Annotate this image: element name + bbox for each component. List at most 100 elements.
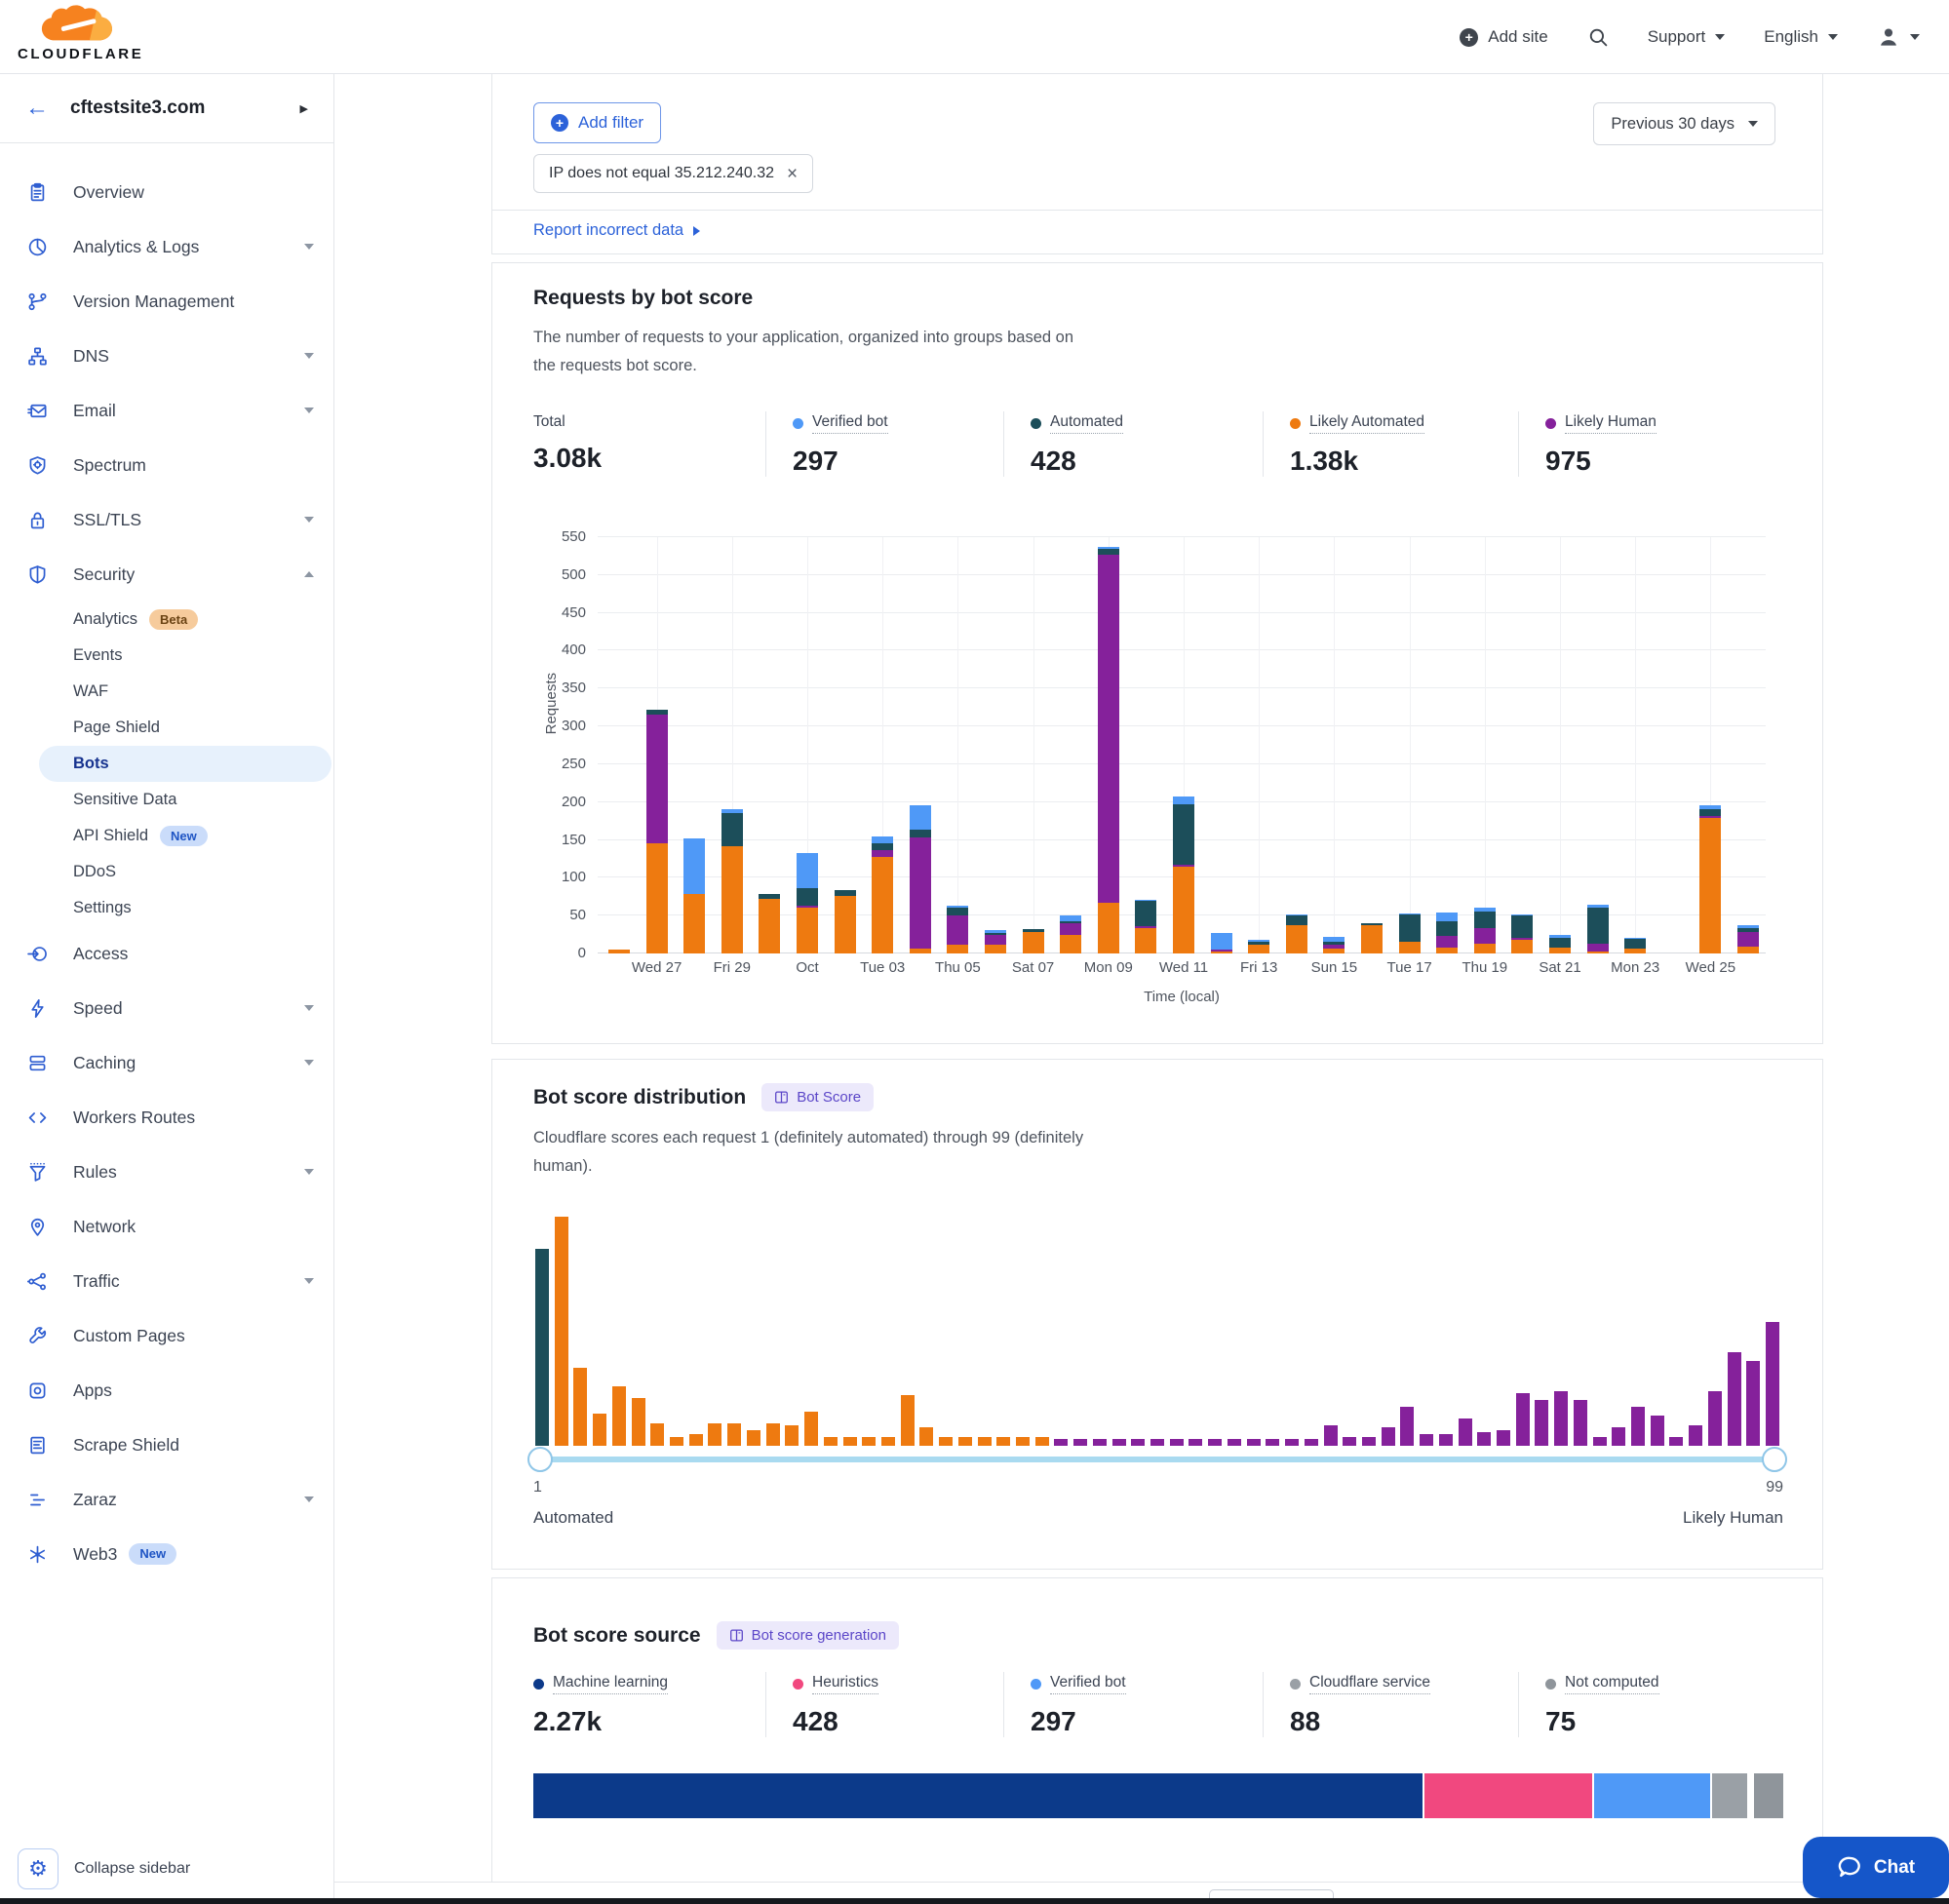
bar-day-2[interactable] bbox=[683, 537, 705, 953]
bar-day-22[interactable] bbox=[1436, 537, 1458, 953]
bar-day-13[interactable] bbox=[1098, 537, 1119, 953]
sidebar-item-analytics-logs[interactable]: Analytics & Logs bbox=[0, 219, 333, 274]
bar-day-12[interactable] bbox=[1060, 537, 1081, 953]
sidebar-item-security[interactable]: Security bbox=[0, 547, 333, 602]
sidebar-item-settings[interactable]: Settings bbox=[39, 890, 331, 926]
sidebar-item-analytics[interactable]: AnalyticsBeta bbox=[39, 602, 331, 638]
report-incorrect-data-link[interactable]: Report incorrect data bbox=[533, 221, 700, 240]
sidebar-item-api-shield[interactable]: API ShieldNew bbox=[39, 818, 331, 854]
bar-day-7[interactable] bbox=[872, 537, 893, 953]
sidebar-item-traffic[interactable]: Traffic bbox=[0, 1254, 333, 1308]
bar-day-25[interactable] bbox=[1549, 537, 1571, 953]
bar-day-15[interactable] bbox=[1173, 537, 1194, 953]
sidebar-item-rules[interactable]: Rules bbox=[0, 1145, 333, 1199]
bar-day-9[interactable] bbox=[947, 537, 968, 953]
score-range-slider[interactable] bbox=[533, 1457, 1783, 1462]
requests-chart[interactable] bbox=[598, 537, 1766, 953]
bar-day-4[interactable] bbox=[759, 537, 780, 953]
stat-label[interactable]: Not computed bbox=[1565, 1674, 1659, 1694]
bar-day-19[interactable] bbox=[1323, 537, 1345, 953]
stat-label[interactable]: Verified bot bbox=[812, 413, 888, 434]
sidebar-item-web3[interactable]: Web3New bbox=[0, 1527, 333, 1581]
bar-day-16[interactable] bbox=[1211, 537, 1232, 953]
sidebar-item-dns[interactable]: DNS bbox=[0, 329, 333, 383]
sidebar-item-speed[interactable]: Speed bbox=[0, 981, 333, 1035]
sidebar-item-network[interactable]: Network bbox=[0, 1199, 333, 1254]
sidebar-item-bots[interactable]: Bots bbox=[39, 746, 331, 782]
bot-score-histogram[interactable] bbox=[533, 1214, 1783, 1446]
stat-label[interactable]: Heuristics bbox=[812, 1674, 878, 1694]
bar-day-6[interactable] bbox=[835, 537, 856, 953]
sidebar-item-scrape-shield[interactable]: Scrape Shield bbox=[0, 1418, 333, 1472]
bar-segment-automated bbox=[1323, 942, 1345, 945]
site-expand-icon[interactable]: ▶ bbox=[300, 102, 308, 115]
sidebar-item-overview[interactable]: Overview bbox=[0, 165, 333, 219]
bar-day-14[interactable] bbox=[1135, 537, 1156, 953]
sidebar-item-workers-routes[interactable]: Workers Routes bbox=[0, 1090, 333, 1145]
bar-day-1[interactable] bbox=[646, 537, 668, 953]
bar-day-29[interactable] bbox=[1699, 537, 1721, 953]
stat-label[interactable]: Machine learning bbox=[553, 1674, 668, 1694]
stat-label[interactable]: Cloudflare service bbox=[1309, 1674, 1430, 1694]
sidebar-item-ssl-tls[interactable]: SSL/TLS bbox=[0, 492, 333, 547]
source-segment-cloudflare-service[interactable] bbox=[1712, 1773, 1746, 1818]
stat-label[interactable]: Likely Automated bbox=[1309, 413, 1424, 434]
bar-day-28[interactable] bbox=[1662, 537, 1684, 953]
sidebar-item-version-management[interactable]: Version Management bbox=[0, 274, 333, 329]
sidebar-item-ddos[interactable]: DDoS bbox=[39, 854, 331, 890]
sidebar-item-events[interactable]: Events bbox=[39, 638, 331, 674]
y-tick-label: 300 bbox=[543, 718, 586, 734]
source-distribution-bar[interactable] bbox=[533, 1773, 1783, 1818]
bar-day-0[interactable] bbox=[608, 537, 630, 953]
bar-day-18[interactable] bbox=[1286, 537, 1307, 953]
source-segment-not-computed[interactable] bbox=[1754, 1773, 1783, 1818]
sidebar-item-custom-pages[interactable]: Custom Pages bbox=[0, 1308, 333, 1363]
slider-handle-max[interactable] bbox=[1762, 1447, 1787, 1472]
sidebar-item-spectrum[interactable]: Spectrum bbox=[0, 438, 333, 492]
sidebar-item-email[interactable]: Email bbox=[0, 383, 333, 438]
stat-label[interactable]: Verified bot bbox=[1050, 1674, 1126, 1694]
filter-chip[interactable]: IP does not equal 35.212.240.32 × bbox=[533, 154, 813, 193]
bar-day-24[interactable] bbox=[1511, 537, 1533, 953]
sidebar-item-waf[interactable]: WAF bbox=[39, 674, 331, 710]
source-segment-heuristics[interactable] bbox=[1424, 1773, 1592, 1818]
language-menu[interactable]: English bbox=[1764, 27, 1838, 47]
slider-handle-min[interactable] bbox=[527, 1447, 553, 1472]
bar-day-11[interactable] bbox=[1023, 537, 1044, 953]
collapse-sidebar[interactable]: ⚙ Collapse sidebar bbox=[18, 1848, 190, 1889]
sidebar-item-apps[interactable]: Apps bbox=[0, 1363, 333, 1418]
bar-day-3[interactable] bbox=[721, 537, 743, 953]
bar-day-26[interactable] bbox=[1587, 537, 1609, 953]
bar-day-5[interactable] bbox=[797, 537, 818, 953]
sidebar-item-caching[interactable]: Caching bbox=[0, 1035, 333, 1090]
sidebar-item-access[interactable]: Access bbox=[0, 926, 333, 981]
bar-day-8[interactable] bbox=[910, 537, 931, 953]
source-segment-verified-bot[interactable] bbox=[1594, 1773, 1710, 1818]
bar-day-10[interactable] bbox=[985, 537, 1006, 953]
back-arrow-icon[interactable]: ← bbox=[25, 95, 49, 122]
search-icon[interactable] bbox=[1587, 26, 1609, 48]
add-site-button[interactable]: + Add site bbox=[1460, 27, 1547, 47]
gear-icon[interactable]: ⚙ bbox=[18, 1848, 58, 1889]
bar-day-21[interactable] bbox=[1399, 537, 1421, 953]
cloudflare-logo[interactable]: CLOUDFLARE bbox=[18, 5, 138, 62]
bar-day-23[interactable] bbox=[1474, 537, 1496, 953]
sidebar-item-page-shield[interactable]: Page Shield bbox=[39, 710, 331, 746]
date-range-dropdown[interactable]: Previous 30 days bbox=[1593, 102, 1775, 145]
remove-filter-icon[interactable]: × bbox=[787, 165, 798, 183]
support-menu[interactable]: Support bbox=[1648, 27, 1726, 47]
bot-score-generation-badge[interactable]: Bot score generation bbox=[717, 1621, 899, 1650]
bar-day-20[interactable] bbox=[1361, 537, 1383, 953]
sidebar-item-sensitive-data[interactable]: Sensitive Data bbox=[39, 782, 331, 818]
bot-score-badge[interactable]: Bot Score bbox=[761, 1083, 874, 1111]
bar-day-17[interactable] bbox=[1248, 537, 1269, 953]
bar-day-30[interactable] bbox=[1737, 537, 1759, 953]
source-segment-machine-learning[interactable] bbox=[533, 1773, 1423, 1818]
add-filter-button[interactable]: + Add filter bbox=[533, 102, 661, 143]
chat-button[interactable]: Chat bbox=[1803, 1837, 1949, 1898]
account-menu[interactable] bbox=[1877, 25, 1920, 49]
bar-day-27[interactable] bbox=[1624, 537, 1646, 953]
sidebar-item-zaraz[interactable]: Zaraz bbox=[0, 1472, 333, 1527]
stat-label[interactable]: Automated bbox=[1050, 413, 1123, 434]
stat-label[interactable]: Likely Human bbox=[1565, 413, 1657, 434]
